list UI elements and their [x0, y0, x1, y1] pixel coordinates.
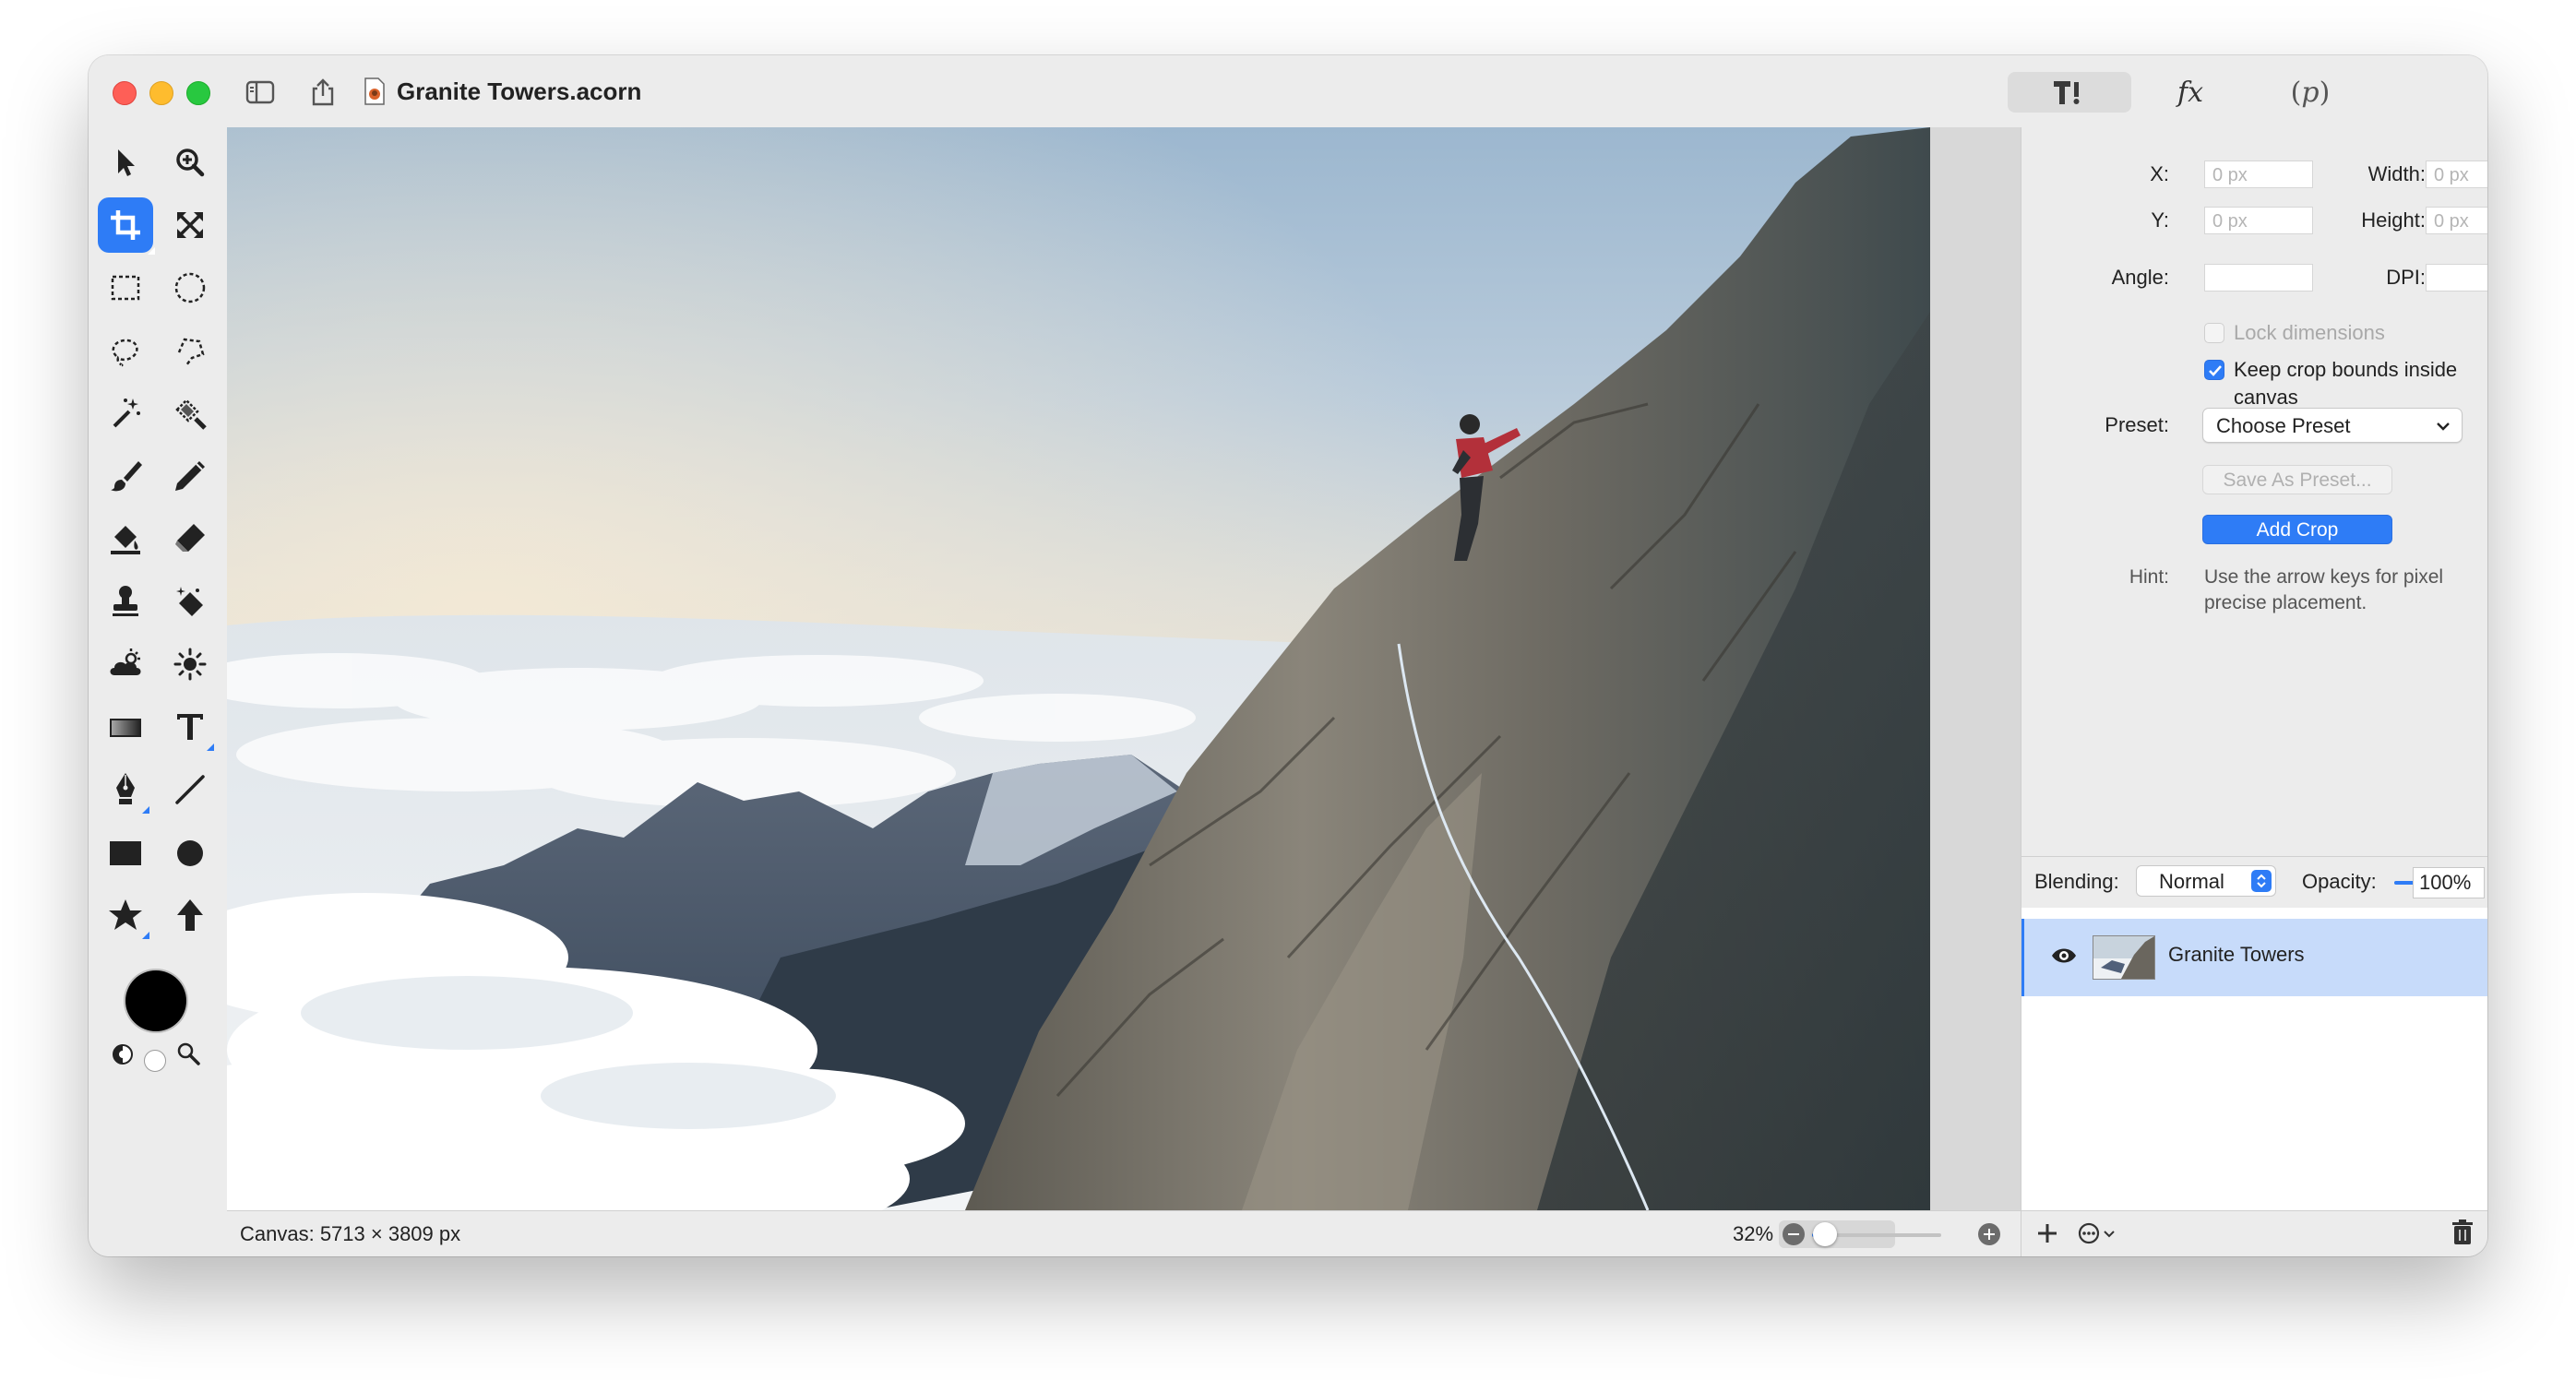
blending-value: Normal — [2159, 870, 2224, 893]
expand-icon[interactable] — [162, 197, 218, 253]
pen-icon[interactable] — [98, 762, 153, 817]
trash-icon[interactable] — [2450, 1219, 2475, 1246]
inspector-panel: X: 0 px Width: 0 px Y: 0 px Height: 0 px… — [2021, 127, 2487, 1256]
clone-stamp-icon[interactable] — [98, 574, 153, 629]
eraser-icon[interactable] — [162, 511, 218, 566]
opacity-field[interactable]: 100% — [2413, 867, 2485, 898]
pencil-icon[interactable] — [162, 448, 218, 504]
tools-segment[interactable] — [2008, 72, 2131, 113]
zoom-icon[interactable] — [162, 135, 218, 190]
hint-label: Hint: — [2129, 566, 2169, 588]
paintbrush-icon[interactable] — [98, 448, 153, 504]
title-bar: Granite Towers.acorn fx (p) — [89, 55, 2487, 127]
burn-icon[interactable] — [98, 636, 153, 692]
hint-text-line2: precise placement. — [2204, 592, 2367, 613]
line-icon[interactable] — [162, 762, 218, 817]
gradient-icon[interactable] — [98, 699, 153, 755]
foreground-color-well[interactable] — [125, 970, 186, 1031]
opacity-label: Opacity: — [2302, 870, 2377, 893]
zoom-out-icon[interactable] — [1783, 1223, 1805, 1245]
height-field[interactable]: 0 px — [2426, 207, 2487, 234]
angle-label: Angle: — [2111, 266, 2169, 289]
zoom-slider[interactable] — [1812, 1222, 1941, 1246]
width-field[interactable]: 0 px — [2426, 161, 2487, 188]
polygon-lasso-icon[interactable] — [162, 323, 218, 378]
zoom-slider-knob[interactable] — [1813, 1222, 1837, 1246]
chevron-down-icon — [2437, 422, 2450, 431]
preset-label: Preset: — [2105, 413, 2169, 436]
dpi-field[interactable] — [2426, 264, 2487, 291]
arrow-icon[interactable] — [162, 887, 218, 943]
hint-text-line1: Use the arrow keys for pixel — [2204, 566, 2444, 588]
zoom-window-button[interactable] — [186, 81, 210, 105]
layer-row[interactable]: Granite Towers — [2021, 919, 2487, 996]
width-label: Width: — [2367, 162, 2426, 185]
lock-dimensions-label: Lock dimensions — [2234, 321, 2385, 344]
lasso-icon[interactable] — [98, 323, 153, 378]
layer-options-icon[interactable] — [2077, 1220, 2117, 1246]
lock-dimensions-checkbox[interactable] — [2204, 323, 2224, 343]
canvas-image[interactable] — [227, 127, 1930, 1210]
document-title: Granite Towers.acorn — [397, 77, 642, 105]
layers-bottom-bar — [2021, 1210, 2487, 1256]
select-arrow-icon[interactable] — [98, 135, 153, 190]
rectangle-icon[interactable] — [98, 825, 153, 880]
properties-segment[interactable]: (p) — [2253, 72, 2367, 113]
star-icon[interactable] — [98, 887, 153, 943]
zoom-percent-label: 32% — [1733, 1222, 1774, 1245]
canvas-size-label: Canvas: 5713 × 3809 px — [240, 1222, 461, 1245]
fx-segment[interactable]: fx — [2133, 72, 2248, 113]
swap-colors-icon[interactable] — [111, 1042, 135, 1066]
keep-bounds-checkbox[interactable] — [2204, 360, 2224, 380]
angle-field[interactable] — [2204, 264, 2313, 291]
dpi-label: DPI: — [2386, 266, 2426, 289]
background-color-well[interactable] — [144, 1050, 166, 1072]
fx-label: fx — [2176, 76, 2204, 109]
paint-bucket-icon[interactable] — [98, 511, 153, 566]
height-label: Height: — [2361, 208, 2426, 232]
save-preset-button[interactable]: Save As Preset... — [2202, 465, 2392, 494]
keep-bounds-label: Keep crop bounds inside canvas — [2234, 358, 2458, 409]
share-icon[interactable] — [306, 76, 340, 109]
layer-thumbnail — [2093, 935, 2155, 980]
eye-visibility-icon[interactable] — [2050, 945, 2078, 967]
preset-dropdown-value: Choose Preset — [2216, 414, 2351, 437]
layer-name: Granite Towers — [2168, 943, 2305, 966]
ellipse-select-icon[interactable] — [162, 260, 218, 315]
updown-chevron-icon — [2251, 870, 2272, 892]
close-window-button[interactable] — [113, 81, 137, 105]
document-icon — [364, 77, 386, 105]
blending-label: Blending: — [2034, 870, 2119, 893]
magic-brush-icon[interactable] — [162, 386, 218, 441]
magic-eraser-icon[interactable] — [162, 574, 218, 629]
sidebar-toggle-icon[interactable] — [244, 76, 277, 109]
minimize-window-button[interactable] — [149, 81, 173, 105]
tool-palette — [89, 127, 228, 1256]
color-picker-icon[interactable] — [175, 1041, 201, 1066]
add-layer-icon[interactable] — [2034, 1220, 2060, 1246]
magic-wand-icon[interactable] — [98, 386, 153, 441]
blending-dropdown[interactable]: Normal — [2136, 865, 2276, 897]
rect-select-icon[interactable] — [98, 260, 153, 315]
dodge-icon[interactable] — [162, 636, 218, 692]
canvas-area[interactable] — [227, 127, 2021, 1210]
app-window: Granite Towers.acorn fx (p) Canvas: 5713… — [89, 55, 2487, 1256]
crop-icon[interactable] — [98, 197, 155, 255]
zoom-in-icon[interactable] — [1978, 1223, 2000, 1245]
add-crop-button[interactable]: Add Crop — [2202, 515, 2392, 544]
text-icon[interactable] — [162, 699, 218, 755]
preset-dropdown[interactable]: Choose Preset — [2202, 408, 2463, 443]
circle-icon[interactable] — [162, 825, 218, 880]
properties-label: (p) — [2290, 76, 2331, 109]
x-label: X: — [2150, 162, 2169, 185]
status-bar: Canvas: 5713 × 3809 px 32% — [227, 1210, 2021, 1256]
y-label: Y: — [2151, 208, 2169, 232]
